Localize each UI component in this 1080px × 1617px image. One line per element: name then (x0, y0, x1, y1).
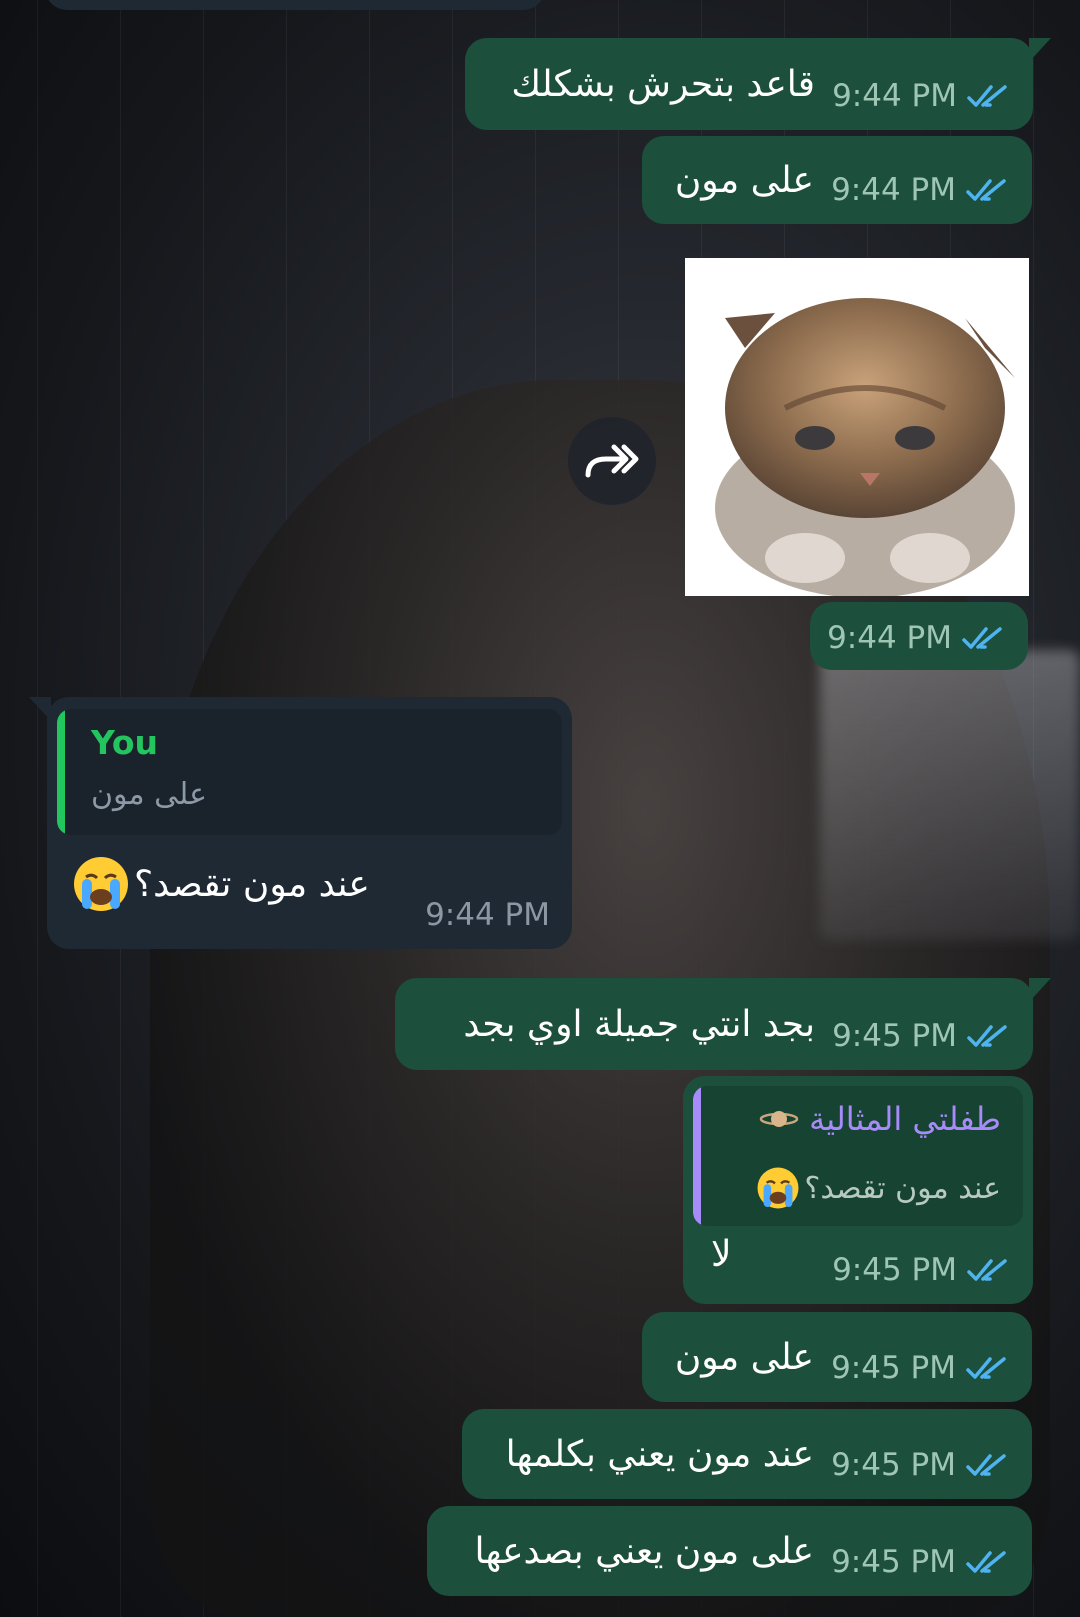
message-meta: 9:45 PM (831, 1447, 1010, 1483)
reply-text: على مون (91, 777, 207, 812)
reply-sender-name: طفلتي المثالية (809, 1100, 1001, 1138)
crying-face-icon (757, 1167, 799, 1209)
message-text: عند مون يعني بكلمها (505, 1433, 814, 1475)
ringed-planet-icon (759, 1111, 799, 1127)
read-ticks-icon (967, 1259, 1007, 1281)
message-time: 9:45 PM (831, 1447, 956, 1483)
message-time: 9:44 PM (832, 78, 957, 114)
message-content: عند مون تقصد؟ (72, 855, 370, 913)
sticker-meta-bubble: 9:44 PM (810, 602, 1028, 670)
message-bubble[interactable]: بجد انتي جميلة اوي بجد 9:45 PM (395, 978, 1051, 1070)
message-meta: 9:44 PM (832, 78, 1011, 114)
message-time: 9:45 PM (831, 1350, 956, 1386)
message-text: على مون يعني بصدعها (474, 1530, 815, 1572)
message-time: 9:44 PM (425, 897, 550, 933)
reply-quote[interactable]: طفلتي المثالية عند مون تقصد؟ (693, 1086, 1023, 1226)
message-time: 9:45 PM (831, 1544, 956, 1580)
message-text: على مون (674, 159, 814, 201)
message-bubble[interactable]: على مون 9:45 PM (642, 1312, 1032, 1402)
kitten-image (685, 258, 1029, 596)
reply-sender-row: طفلتي المثالية (759, 1100, 1001, 1138)
message-text: لا (711, 1234, 732, 1275)
read-ticks-icon (962, 627, 1002, 649)
forward-button[interactable] (568, 417, 656, 505)
message-meta: 9:44 PM (425, 897, 550, 933)
message-bubble[interactable]: قاعد بتحرش بشكلك 9:44 PM (465, 38, 1051, 130)
message-time: 9:45 PM (832, 1252, 957, 1288)
message-bubble[interactable]: على مون يعني بصدعها 9:45 PM (427, 1506, 1032, 1596)
message-text: عند مون تقصد؟ (134, 863, 370, 905)
message-time: 9:45 PM (832, 1018, 957, 1054)
crying-face-icon (74, 857, 128, 911)
read-ticks-icon (966, 1454, 1006, 1476)
reply-bar (57, 709, 65, 835)
wallpaper-city-lights (820, 650, 1080, 940)
message-meta: 9:44 PM (827, 620, 1006, 656)
read-ticks-icon (966, 1357, 1006, 1379)
message-time: 9:44 PM (827, 620, 952, 656)
message-time: 9:44 PM (831, 172, 956, 208)
read-ticks-icon (967, 85, 1007, 107)
read-ticks-icon (967, 1025, 1007, 1047)
read-ticks-icon (966, 179, 1006, 201)
reply-text: عند مون تقصد؟ (804, 1170, 1001, 1206)
message-meta: 9:45 PM (832, 1252, 1011, 1288)
reply-sender-name: You (91, 723, 159, 762)
message-text: قاعد بتحرش بشكلك (511, 63, 815, 105)
message-bubble[interactable]: عند مون يعني بكلمها 9:45 PM (462, 1409, 1032, 1499)
forward-icon (585, 444, 639, 478)
reply-bar (693, 1086, 701, 1226)
message-text: على مون (674, 1336, 814, 1378)
message-text: بجد انتي جميلة اوي بجد (463, 1003, 815, 1045)
message-meta: 9:45 PM (831, 1544, 1010, 1580)
message-bubble-reply[interactable]: طفلتي المثالية عند مون تقصد؟ لا 9:45 PM (683, 1076, 1033, 1304)
sad-kitten-sticker[interactable] (685, 258, 1029, 596)
message-meta: 9:45 PM (831, 1350, 1010, 1386)
message-bubble-incoming[interactable]: You على مون عند مون تقصد؟ 9:44 PM (29, 697, 572, 949)
reply-text-row: عند مون تقصد؟ (756, 1166, 1001, 1210)
reply-quote[interactable]: You على مون (57, 709, 562, 835)
message-bubble-partial[interactable] (45, 0, 545, 10)
message-meta: 9:45 PM (832, 1018, 1011, 1054)
read-ticks-icon (966, 1551, 1006, 1573)
message-bubble[interactable]: على مون 9:44 PM (642, 136, 1032, 224)
message-meta: 9:44 PM (831, 172, 1010, 208)
